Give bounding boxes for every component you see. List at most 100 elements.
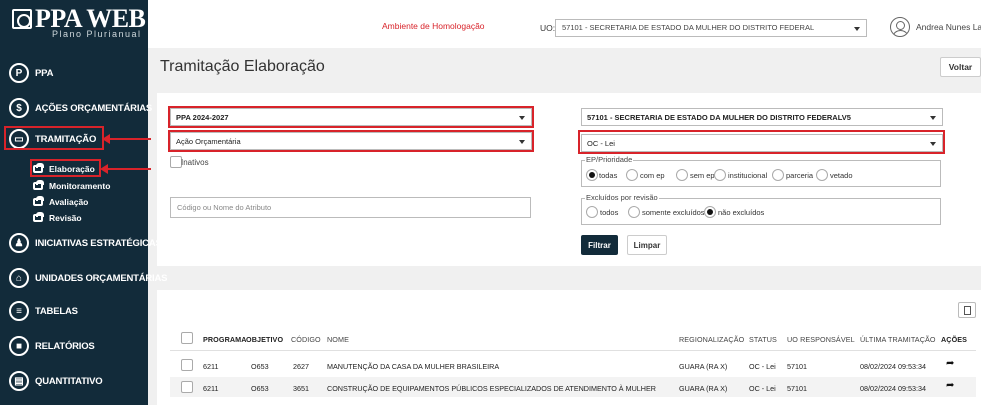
ppa-icon: P — [9, 63, 29, 83]
highlight-status-select — [578, 130, 945, 154]
environment-label: Ambiente de Homologação — [382, 21, 485, 31]
cell-nome: CONSTRUÇÃO DE EQUIPAMENTOS PÚBLICOS ESPE… — [327, 384, 656, 393]
cell-ultima-tramitacao: 08/02/2024 09:53:34 — [860, 384, 926, 393]
ep-radio-sem-ep[interactable] — [676, 169, 688, 181]
ep-radio-label: sem ep — [690, 171, 715, 180]
uo-select-value: 57101 - SECRETARIA DE ESTADO DA MULHER D… — [562, 23, 815, 32]
excl-radio-todos[interactable] — [586, 206, 598, 218]
header-codigo[interactable]: CÓDIGO — [291, 335, 321, 344]
logo-subtitle: Plano Plurianual — [52, 29, 142, 39]
back-button[interactable]: Voltar — [940, 57, 981, 77]
sidebar-item-unidades-orcamentarias[interactable]: ⌂ UNIDADES ORÇAMENTÁRIAS — [9, 268, 168, 288]
cell-regionalizacao: GUARA (RA X) — [679, 384, 728, 393]
excl-radio-nao-excluidos[interactable] — [704, 206, 716, 218]
ep-radio-institucional[interactable] — [714, 169, 726, 181]
highlight-ppa-select — [168, 106, 534, 128]
excl-radio-label: não excluídos — [718, 208, 765, 217]
sidebar-item-acoes-orcamentarias[interactable]: $ AÇÕES ORÇAMENTÁRIAS — [9, 98, 152, 118]
ep-radio-parceria[interactable] — [772, 169, 784, 181]
forward-arrow-icon[interactable]: ➦ — [946, 380, 954, 391]
header-nome[interactable]: NOME — [327, 335, 349, 344]
dollar-icon: $ — [9, 98, 29, 118]
sidebar-item-tabelas[interactable]: ≡ TABELAS — [9, 301, 78, 321]
uo-select[interactable]: 57101 - SECRETARIA DE ESTADO DA MULHER D… — [555, 19, 867, 37]
building-icon: ⌂ — [9, 268, 29, 288]
export-button[interactable] — [958, 302, 976, 318]
excl-radio-label: somente excluídos — [642, 208, 705, 217]
select-all-checkbox[interactable] — [181, 332, 193, 344]
cell-programa: 6211 — [203, 362, 219, 371]
sidebar-subitem-avaliacao[interactable]: Avaliação — [33, 196, 88, 208]
chevron-down-icon — [930, 116, 936, 120]
sidebar-item-label: UNIDADES ORÇAMENTÁRIAS — [35, 272, 168, 284]
highlight-type-select — [168, 130, 534, 152]
sidebar-item-label: TABELAS — [35, 305, 78, 317]
header-programa[interactable]: PROGRAMA — [203, 335, 247, 344]
cell-ultima-tramitacao: 08/02/2024 09:53:34 — [860, 362, 926, 371]
ep-priority-legend: EP/Prioridade — [585, 155, 634, 164]
sidebar-item-label: QUANTITATIVO — [35, 375, 103, 387]
sidebar-item-iniciativas-estrategicas[interactable]: ♟ INICIATIVAS ESTRATÉGICAS — [9, 233, 162, 253]
highlight-tramitacao — [4, 126, 104, 150]
filter-button[interactable]: Filtrar — [581, 235, 618, 255]
arrow-elaboracao — [100, 164, 151, 174]
chevron-down-icon — [854, 27, 860, 31]
cell-codigo: 2627 — [293, 362, 309, 371]
report-icon: ■ — [9, 336, 29, 356]
cell-uo: 57101 — [787, 384, 807, 393]
row-checkbox[interactable] — [181, 359, 193, 371]
ep-radio-todas[interactable] — [586, 169, 598, 181]
forward-arrow-icon[interactable]: ➦ — [946, 358, 954, 369]
excl-radio-somente-excluidos[interactable] — [628, 206, 640, 218]
user-menu[interactable]: Andrea Nunes La... ˅ — [916, 22, 981, 32]
header-acoes: AÇÕES — [941, 335, 968, 344]
ep-radio-com-ep[interactable] — [626, 169, 638, 181]
inactive-label: Inativos — [181, 158, 209, 167]
sidebar-subitem-monitoramento[interactable]: Monitoramento — [33, 180, 110, 192]
sidebar-item-label: PPA — [35, 67, 54, 79]
avatar-icon[interactable] — [890, 17, 910, 37]
header-status[interactable]: STATUS — [749, 335, 777, 344]
arrow-tramitacao — [102, 134, 151, 144]
table-row[interactable] — [170, 355, 976, 375]
sidebar-subitem-label: Revisão — [49, 213, 82, 223]
folder-icon — [33, 212, 44, 222]
ep-radio-label: com ep — [640, 171, 665, 180]
logo-icon — [12, 9, 32, 29]
top-bar: Ambiente de Homologação UO: 57101 - SECR… — [148, 0, 981, 48]
list-icon: ≡ — [9, 301, 29, 321]
file-icon — [963, 305, 971, 315]
ep-radio-label: institucional — [728, 171, 768, 180]
sidebar-subitem-label: Avaliação — [49, 197, 89, 207]
sidebar-item-ppa[interactable]: P PPA — [9, 63, 53, 83]
header-objetivo[interactable]: OBJETIVO — [246, 335, 283, 344]
cell-status: OC - Lei — [749, 362, 776, 371]
header-divider — [170, 350, 976, 351]
header-regionalizacao[interactable]: REGIONALIZAÇÃO — [679, 335, 744, 344]
sidebar-subitem-revisao[interactable]: Revisão — [33, 212, 82, 224]
sidebar-item-quantitativo[interactable]: ▤ QUANTITATIVO — [9, 371, 103, 391]
uo-label: UO: — [540, 23, 556, 33]
cell-status: OC - Lei — [749, 384, 776, 393]
ep-radio-label: parceria — [786, 171, 814, 180]
row-checkbox[interactable] — [181, 381, 193, 393]
header-ultima-tramitacao[interactable]: ÚLTIMA TRAMITAÇÃO — [860, 335, 936, 344]
search-input[interactable]: Código ou Nome do Atributo — [170, 197, 531, 218]
excluded-legend: Excluídos por revisão — [585, 193, 659, 202]
ep-radio-vetado[interactable] — [816, 169, 828, 181]
clear-button[interactable]: Limpar — [627, 235, 667, 255]
uo-filter-select-value: 57101 - SECRETARIA DE ESTADO DA MULHER D… — [587, 113, 851, 122]
excl-radio-label: todos — [600, 208, 619, 217]
folder-icon — [33, 196, 44, 206]
sidebar-item-label: AÇÕES ORÇAMENTÁRIAS — [35, 102, 153, 114]
page-title: Tramitação Elaboração — [160, 58, 325, 75]
header-uo-responsavel[interactable]: UO RESPONSÁVEL — [787, 335, 855, 344]
strategy-icon: ♟ — [9, 233, 29, 253]
uo-filter-select[interactable]: 57101 - SECRETARIA DE ESTADO DA MULHER D… — [581, 108, 943, 126]
sidebar: PPA WEB Plano Plurianual P PPA $ AÇÕES O… — [0, 0, 168, 405]
sidebar-item-relatorios[interactable]: ■ RELATÓRIOS — [9, 336, 95, 356]
sidebar-item-label: INICIATIVAS ESTRATÉGICAS — [35, 237, 162, 249]
app-logo[interactable]: PPA WEB Plano Plurianual — [12, 4, 146, 39]
highlight-elaboracao — [30, 159, 101, 177]
cell-objetivo: O653 — [251, 384, 269, 393]
